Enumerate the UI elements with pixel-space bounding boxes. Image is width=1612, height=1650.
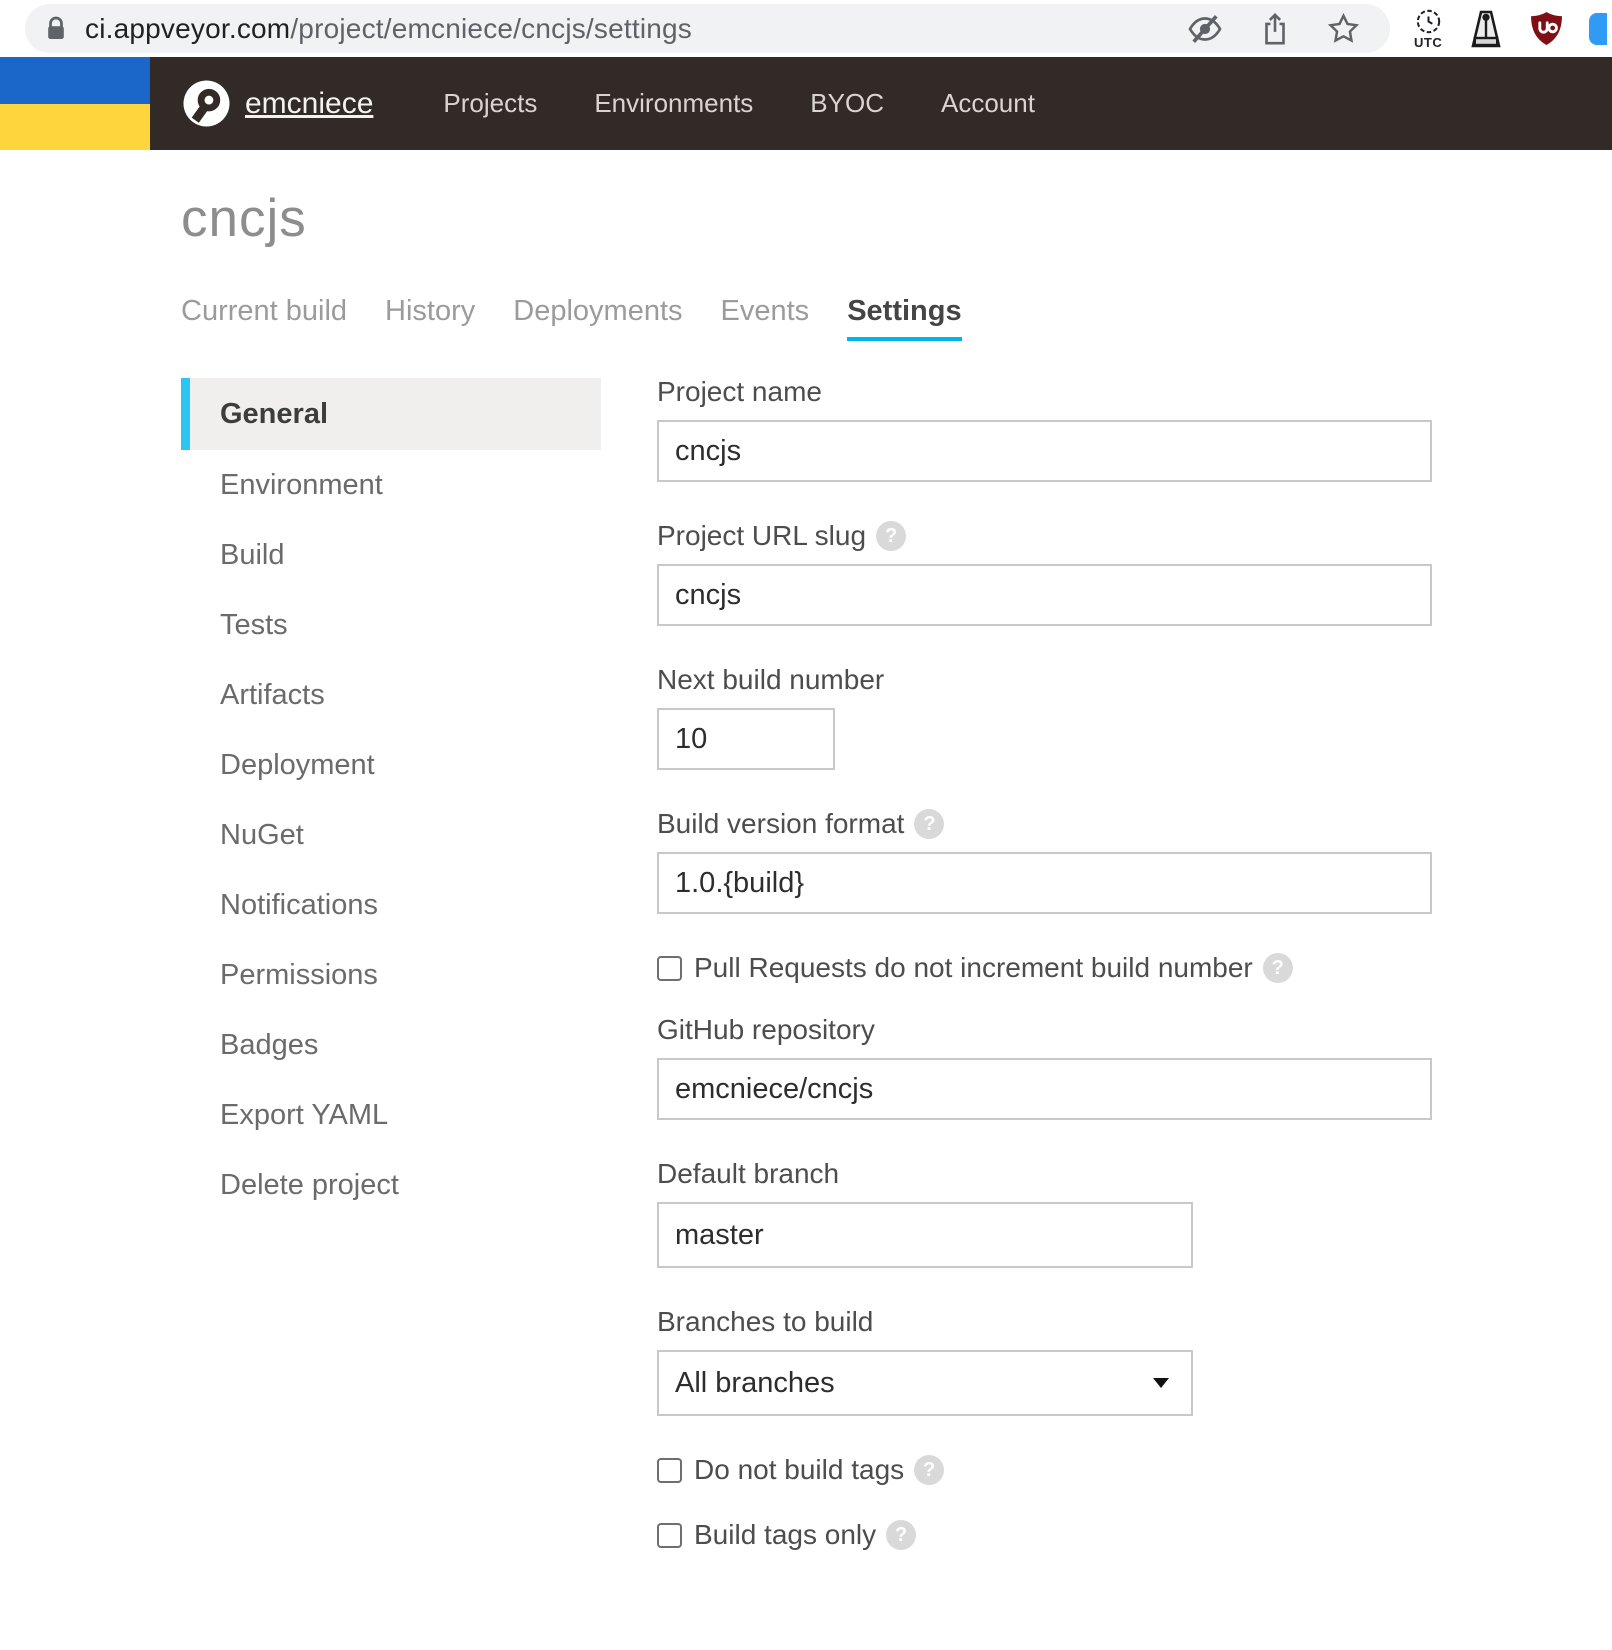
pr-no-increment-label: Pull Requests do not increment build num… (694, 952, 1253, 984)
sidebar-item-nuget[interactable]: NuGet (181, 800, 601, 870)
tab-settings[interactable]: Settings (847, 295, 961, 341)
next-build-number-label: Next build number (657, 664, 1432, 696)
url-domain: ci.appveyor.com (85, 13, 290, 44)
lock-icon (45, 15, 67, 42)
help-icon[interactable]: ? (914, 809, 944, 839)
sidebar-item-artifacts[interactable]: Artifacts (181, 660, 601, 730)
utc-clock-extension-icon[interactable]: UTC (1414, 8, 1442, 49)
do-not-build-tags-checkbox[interactable] (657, 1458, 682, 1483)
general-settings-form: Project name Project URL slug? Next buil… (657, 376, 1432, 1581)
project-url-slug-label: Project URL slug (657, 520, 866, 552)
account-brand-link[interactable]: emcniece (245, 87, 373, 121)
help-icon[interactable]: ? (876, 521, 906, 551)
nav-environments[interactable]: Environments (594, 88, 753, 119)
sidebar-item-notifications[interactable]: Notifications (181, 870, 601, 940)
sidebar-item-tests[interactable]: Tests (181, 590, 601, 660)
appveyor-header: emcniece Projects Environments BYOC Acco… (0, 57, 1612, 150)
help-icon[interactable]: ? (1263, 953, 1293, 983)
url-path: /project/emcniece/cncjs/settings (290, 13, 692, 44)
build-tags-only-checkbox[interactable] (657, 1523, 682, 1548)
sidebar-item-permissions[interactable]: Permissions (181, 940, 601, 1010)
main-nav: Projects Environments BYOC Account (443, 88, 1035, 119)
tab-current-build[interactable]: Current build (181, 295, 347, 341)
tab-deployments[interactable]: Deployments (513, 295, 682, 341)
sidebar-item-general[interactable]: General (181, 378, 601, 450)
build-version-format-input[interactable] (657, 852, 1432, 914)
build-version-format-label: Build version format (657, 808, 904, 840)
page-title: cncjs (181, 188, 1612, 249)
clipped-extension-icon[interactable] (1589, 13, 1607, 45)
default-branch-label: Default branch (657, 1158, 1432, 1190)
do-not-build-tags-label: Do not build tags (694, 1454, 904, 1486)
appveyor-logo-icon[interactable] (183, 80, 230, 127)
branches-to-build-select[interactable]: All branches (657, 1350, 1193, 1416)
sidebar-item-badges[interactable]: Badges (181, 1010, 601, 1080)
project-name-input[interactable] (657, 420, 1432, 482)
project-tabs: Current build History Deployments Events… (181, 295, 1612, 341)
tab-history[interactable]: History (385, 295, 475, 341)
browser-toolbar: ci.appveyor.com/project/emcniece/cncjs/s… (0, 0, 1612, 57)
branches-to-build-value: All branches (675, 1367, 835, 1400)
ublock-extension-icon[interactable] (1530, 11, 1563, 46)
pr-no-increment-checkbox[interactable] (657, 956, 682, 981)
metronome-extension-icon[interactable] (1468, 9, 1504, 49)
nav-projects[interactable]: Projects (443, 88, 537, 119)
help-icon[interactable]: ? (914, 1455, 944, 1485)
github-repository-label: GitHub repository (657, 1014, 1432, 1046)
nav-byoc[interactable]: BYOC (810, 88, 884, 119)
settings-sidebar: General Environment Build Tests Artifact… (181, 378, 601, 1581)
nav-account[interactable]: Account (941, 88, 1035, 119)
sidebar-item-export-yaml[interactable]: Export YAML (181, 1080, 601, 1150)
sidebar-item-build[interactable]: Build (181, 520, 601, 590)
project-name-label: Project name (657, 376, 1432, 408)
ukraine-flag-banner (0, 57, 150, 150)
share-icon[interactable] (1261, 12, 1289, 46)
bookmark-star-icon[interactable] (1327, 12, 1360, 45)
github-repository-input[interactable] (657, 1058, 1432, 1120)
next-build-number-input[interactable] (657, 708, 835, 770)
project-url-slug-input[interactable] (657, 564, 1432, 626)
branches-to-build-label: Branches to build (657, 1306, 1432, 1338)
tab-events[interactable]: Events (721, 295, 810, 341)
address-bar[interactable]: ci.appveyor.com/project/emcniece/cncjs/s… (25, 4, 1390, 53)
hide-eye-icon[interactable] (1187, 14, 1223, 44)
default-branch-input[interactable] (657, 1202, 1193, 1268)
sidebar-item-deployment[interactable]: Deployment (181, 730, 601, 800)
help-icon[interactable]: ? (886, 1520, 916, 1550)
chevron-down-icon (1153, 1378, 1169, 1388)
build-tags-only-label: Build tags only (694, 1519, 876, 1551)
sidebar-item-delete-project[interactable]: Delete project (181, 1150, 601, 1220)
url-text[interactable]: ci.appveyor.com/project/emcniece/cncjs/s… (85, 13, 692, 45)
sidebar-item-environment[interactable]: Environment (181, 450, 601, 520)
